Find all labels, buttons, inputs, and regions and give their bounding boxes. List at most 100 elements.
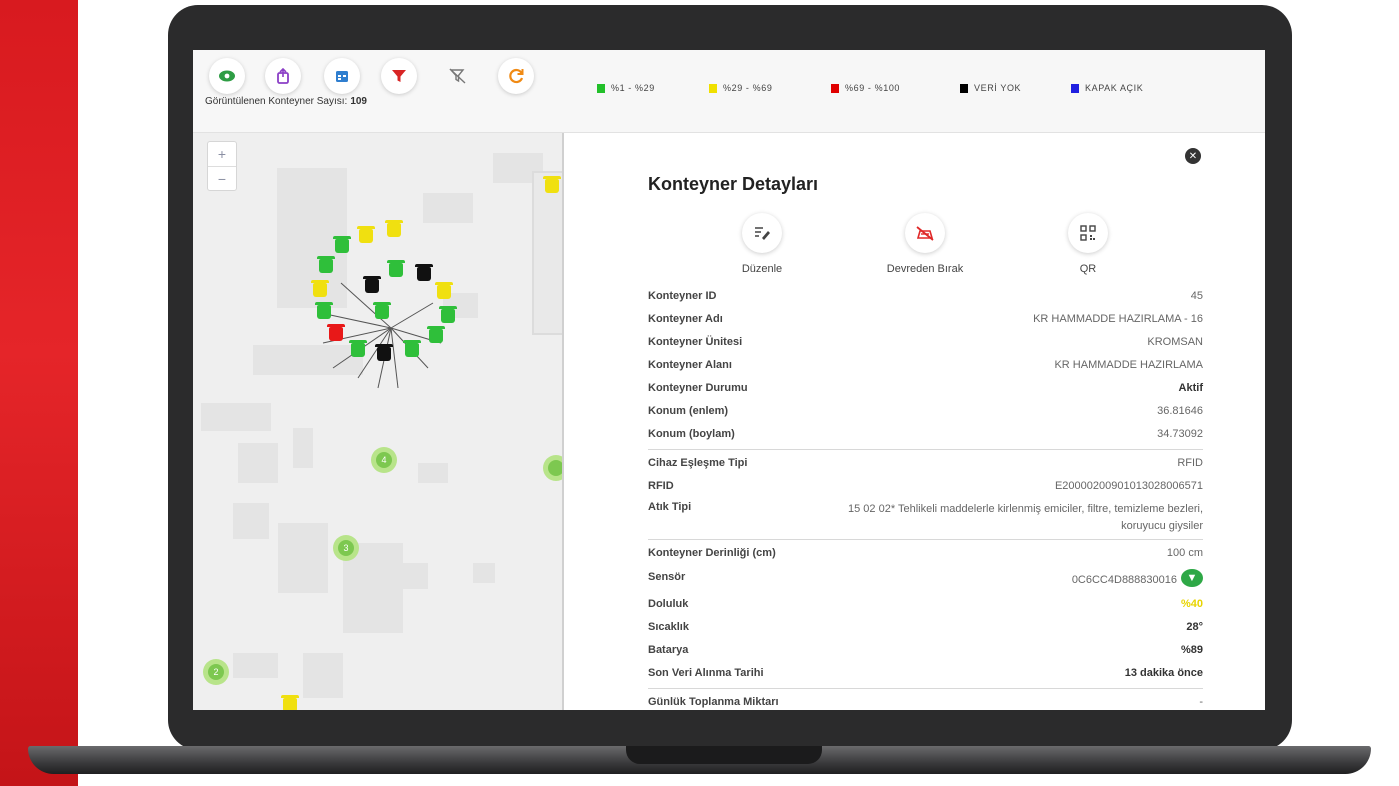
detail-value: 36.81646 xyxy=(1157,405,1203,417)
legend-swatch xyxy=(831,83,839,93)
add-container-button[interactable] xyxy=(265,58,301,94)
legend-label: VERİ YOK xyxy=(974,83,1022,93)
legend-swatch xyxy=(960,83,968,93)
detail-key: Konteyner Derinliği (cm) xyxy=(648,547,776,559)
container-marker[interactable] xyxy=(363,276,381,293)
container-count: Görüntülenen Konteyner Sayısı: 109 xyxy=(205,96,367,107)
spider-lines xyxy=(320,282,442,389)
container-marker[interactable] xyxy=(439,306,457,323)
filter-button[interactable] xyxy=(381,58,417,94)
qr-action[interactable]: QR xyxy=(1033,213,1143,275)
refresh-button[interactable] xyxy=(498,58,534,94)
detail-value: 100 cm xyxy=(1166,547,1203,559)
container-marker[interactable] xyxy=(385,220,403,237)
laptop-notch xyxy=(626,746,822,764)
detail-key: Sıcaklık xyxy=(648,621,689,633)
detail-value: 13 dakika önce xyxy=(1124,667,1203,679)
map-cluster[interactable]: 3 xyxy=(333,535,359,561)
trash-upload-icon xyxy=(277,68,289,84)
edit-button[interactable] xyxy=(742,213,782,253)
clear-filter-button[interactable] xyxy=(440,58,476,94)
toolbar: Görüntülenen Konteyner Sayısı: 109 %1 - %… xyxy=(193,50,1265,133)
detail-value: - xyxy=(1199,696,1203,708)
section-divider xyxy=(648,449,1203,450)
container-marker[interactable] xyxy=(435,282,453,299)
legend-label: %1 - %29 xyxy=(611,83,655,93)
cluster-count: 2 xyxy=(208,664,224,680)
qr-button[interactable] xyxy=(1068,213,1108,253)
container-count-value: 109 xyxy=(350,96,367,107)
container-marker[interactable] xyxy=(333,236,351,253)
close-details-button[interactable]: ✕ xyxy=(1185,148,1201,164)
detail-key: Günlük Toplanma Miktarı xyxy=(648,696,779,708)
legend-item-low: %1 - %29 xyxy=(597,83,655,93)
detail-value: %89 xyxy=(1180,644,1203,656)
map-cluster[interactable]: 2 xyxy=(203,659,229,685)
container-details-panel: ✕ Konteyner Detayları Düzenle Devreden B… xyxy=(564,133,1265,710)
container-marker[interactable] xyxy=(403,340,421,357)
cluster-count xyxy=(548,460,562,476)
container-marker[interactable] xyxy=(373,302,391,319)
detail-key: Doluluk xyxy=(648,598,689,610)
detail-value: 28° xyxy=(1186,621,1203,633)
detail-value: KROMSAN xyxy=(1147,336,1203,348)
show-containers-button[interactable] xyxy=(209,58,245,94)
detail-value: 45 xyxy=(1190,290,1203,302)
edit-icon xyxy=(755,227,770,240)
detail-key: Konteyner Alanı xyxy=(648,359,732,371)
calendar-button[interactable] xyxy=(324,58,360,94)
container-marker[interactable] xyxy=(387,260,405,277)
section-divider xyxy=(648,539,1203,540)
deactivate-icon xyxy=(916,226,934,241)
container-marker[interactable] xyxy=(281,695,299,710)
container-marker[interactable] xyxy=(357,226,375,243)
detail-key: Konum (boylam) xyxy=(648,428,735,440)
detail-key: Konum (enlem) xyxy=(648,405,729,417)
sensor-value-wrap: 0C6CC4D888830016 ▼ xyxy=(1072,569,1203,587)
qr-icon xyxy=(1080,225,1096,241)
container-marker[interactable] xyxy=(543,176,561,193)
details-title: Konteyner Detayları xyxy=(648,174,819,194)
detail-key: Konteyner Ünitesi xyxy=(648,336,743,348)
map-cluster[interactable] xyxy=(543,455,562,481)
detail-value: Aktif xyxy=(1178,382,1203,394)
detail-key: Son Veri Alınma Tarihi xyxy=(648,667,764,679)
deactivate-button[interactable] xyxy=(905,213,945,253)
legend-label: %29 - %69 xyxy=(723,83,773,93)
map-view[interactable]: + − 4 3 2 xyxy=(193,133,564,710)
refresh-icon xyxy=(509,68,524,84)
detail-key: Cihaz Eşleşme Tipi xyxy=(648,457,748,469)
detail-key: Konteyner Adı xyxy=(648,313,723,325)
container-marker[interactable] xyxy=(415,264,433,281)
detail-key: Atık Tipi xyxy=(648,501,692,513)
detail-key: RFID xyxy=(648,480,674,492)
detail-key: Konteyner Durumu xyxy=(648,382,748,394)
detail-value: E20000200901013028006571 xyxy=(1054,480,1203,492)
container-marker[interactable] xyxy=(311,280,329,297)
wifi-icon: ▼ xyxy=(1181,569,1203,587)
filter-clear-icon xyxy=(449,68,466,84)
container-marker[interactable] xyxy=(349,340,367,357)
container-marker[interactable] xyxy=(315,302,333,319)
detail-value: KR HAMMADDE HAZIRLAMA - 16 xyxy=(1033,313,1203,325)
container-marker[interactable] xyxy=(375,344,393,361)
container-marker[interactable] xyxy=(427,326,445,343)
edit-action[interactable]: Düzenle xyxy=(707,213,817,275)
section-divider xyxy=(648,688,1203,689)
deactivate-action[interactable]: Devreden Bırak xyxy=(870,213,980,275)
legend-label: KAPAK AÇIK xyxy=(1085,83,1144,93)
red-side-strip xyxy=(0,0,78,786)
cluster-count: 4 xyxy=(376,452,392,468)
map-cluster[interactable]: 4 xyxy=(371,447,397,473)
eye-icon xyxy=(219,70,235,82)
calendar-icon xyxy=(336,71,348,82)
legend-label: %69 - %100 xyxy=(845,83,901,93)
deactivate-label: Devreden Bırak xyxy=(886,263,964,275)
container-marker[interactable] xyxy=(327,324,345,341)
legend-swatch xyxy=(709,83,717,93)
detail-value: %40 xyxy=(1180,598,1203,610)
edit-label: Düzenle xyxy=(741,263,783,275)
container-marker[interactable] xyxy=(317,256,335,273)
container-count-label: Görüntülenen Konteyner Sayısı: xyxy=(205,96,348,107)
legend-item-mid: %29 - %69 xyxy=(709,83,772,93)
